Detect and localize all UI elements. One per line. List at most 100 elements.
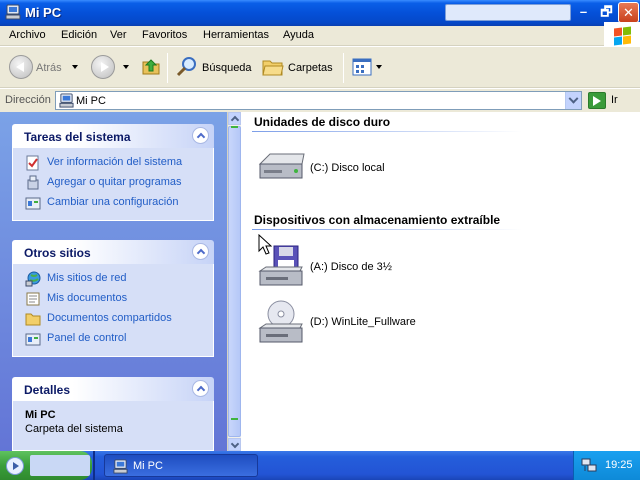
section-divider [252, 229, 522, 230]
my-documents-icon [26, 292, 40, 306]
details-type: Carpeta del sistema [25, 423, 123, 435]
task-pane-scrollbar[interactable] [227, 112, 241, 451]
address-dropdown-icon[interactable] [565, 92, 581, 109]
scroll-down-button[interactable] [228, 438, 241, 451]
link-label: Panel de control [47, 332, 127, 344]
collapse-chevron-icon[interactable] [192, 243, 209, 260]
control-panel-link[interactable]: Panel de control [25, 330, 213, 350]
folder-up-icon[interactable] [141, 56, 161, 76]
windows-logo-icon [604, 22, 640, 48]
address-value: Mi PC [76, 95, 106, 107]
forward-dropdown-icon[interactable] [123, 65, 129, 69]
system-tasks-group: Tareas del sistema Ver información del s… [12, 124, 214, 221]
add-remove-programs-link[interactable]: Agregar o quitar programas [25, 174, 213, 194]
change-setting-link[interactable]: Cambiar una configuración [25, 194, 213, 214]
toolbar-separator [167, 53, 168, 83]
my-computer-icon [59, 93, 74, 108]
views-icon[interactable] [352, 58, 372, 76]
other-places-header[interactable]: Otros sitios [12, 240, 214, 264]
taskbar: Mi PC 19:25 [0, 451, 640, 480]
menu-favoritos[interactable]: Favoritos [142, 29, 187, 41]
scroll-marker [231, 418, 238, 420]
view-system-info-link[interactable]: Ver información del sistema [25, 154, 213, 174]
system-info-icon [26, 155, 39, 171]
my-computer-icon [5, 4, 21, 20]
toolbar: Atrás Búsqueda Carpetas [0, 47, 640, 88]
back-button[interactable] [9, 55, 33, 79]
close-button[interactable]: ✕ [618, 2, 639, 23]
go-label[interactable]: Ir [611, 94, 618, 106]
scroll-thumb[interactable] [228, 126, 241, 437]
address-bar: Dirección Mi PC Ir [0, 89, 640, 112]
taskbar-divider [93, 451, 95, 480]
quick-launch-area [30, 455, 90, 476]
link-label: Cambiar una configuración [47, 196, 179, 208]
menu-herramientas[interactable]: Herramientas [203, 29, 269, 41]
other-places-group: Otros sitios Mis sitios de red Mis docum… [12, 240, 214, 357]
removable-heading: Dispositivos con almacenamiento extraíbl… [254, 213, 501, 227]
collapse-chevron-icon[interactable] [192, 380, 209, 397]
my-computer-icon [113, 459, 128, 474]
group-title: Detalles [24, 383, 71, 397]
network-globe-icon [25, 271, 41, 287]
forward-button[interactable] [91, 55, 115, 79]
taskbar-window-label: Mi PC [133, 460, 163, 472]
network-connection-icon[interactable] [581, 457, 598, 473]
other-places-body: Mis sitios de red Mis documentos Documen… [12, 264, 214, 357]
back-dropdown-icon[interactable] [72, 65, 78, 69]
folders-icon[interactable] [262, 58, 284, 76]
my-documents-link[interactable]: Mis documentos [25, 290, 213, 310]
drive-d-label: (D:) WinLite_Fullware [310, 316, 416, 328]
start-play-icon [6, 457, 24, 475]
section-divider [252, 131, 522, 132]
clock: 19:25 [605, 459, 633, 471]
system-tasks-header[interactable]: Tareas del sistema [12, 124, 214, 148]
drive-c-item[interactable]: (C:) Disco local [256, 146, 556, 192]
address-label: Dirección [5, 94, 51, 106]
hard-disk-icon [258, 153, 305, 179]
floppy-drive-icon [258, 245, 303, 286]
back-label[interactable]: Atrás [36, 62, 62, 74]
shared-documents-link[interactable]: Documentos compartidos [25, 310, 213, 330]
drive-d-item[interactable]: (D:) WinLite_Fullware [256, 300, 556, 346]
hard-drives-heading: Unidades de disco duro [254, 115, 391, 129]
add-remove-programs-icon [27, 175, 39, 190]
views-dropdown-icon[interactable] [376, 65, 382, 69]
scroll-up-button[interactable] [228, 112, 241, 125]
task-pane: Tareas del sistema Ver información del s… [0, 112, 227, 451]
toolbar-separator [343, 53, 344, 83]
menu-ayuda[interactable]: Ayuda [283, 29, 314, 41]
details-name: Mi PC [25, 409, 56, 421]
link-label: Ver información del sistema [47, 156, 183, 168]
link-label: Mis sitios de red [47, 272, 127, 284]
menu-bar: Archivo Edición Ver Favoritos Herramient… [0, 26, 640, 46]
details-body: Mi PC Carpeta del sistema [12, 401, 214, 451]
content-pane: Unidades de disco duro (C:) Disco local … [242, 112, 640, 451]
menu-edicion[interactable]: Edición [61, 29, 97, 41]
go-arrow-icon[interactable] [588, 92, 606, 109]
start-button[interactable] [0, 451, 92, 480]
scroll-marker [231, 126, 238, 128]
drive-a-item[interactable]: (A:) Disco de 3½ [256, 245, 556, 291]
control-panel-icon [25, 333, 41, 346]
search-label[interactable]: Búsqueda [202, 62, 252, 74]
address-field[interactable]: Mi PC [55, 91, 582, 110]
folders-label[interactable]: Carpetas [288, 62, 333, 74]
system-tray: 19:25 [573, 451, 640, 480]
title-bar[interactable]: Mi PC – 🗗 ✕ [0, 0, 640, 26]
link-label: Agregar o quitar programas [47, 176, 182, 188]
menu-ver[interactable]: Ver [110, 29, 127, 41]
taskbar-window-button[interactable]: Mi PC [104, 454, 258, 477]
system-tasks-body: Ver información del sistema Agregar o qu… [12, 148, 214, 221]
drive-c-label: (C:) Disco local [310, 162, 385, 174]
cd-drive-icon [258, 300, 303, 343]
menu-archivo[interactable]: Archivo [9, 29, 46, 41]
details-header[interactable]: Detalles [12, 377, 214, 401]
search-icon[interactable] [176, 56, 198, 78]
collapse-chevron-icon[interactable] [192, 127, 209, 144]
minimize-button[interactable]: – [573, 2, 594, 23]
control-panel-icon [25, 197, 41, 210]
maximize-button[interactable]: 🗗 [596, 2, 617, 23]
network-places-link[interactable]: Mis sitios de red [25, 270, 213, 290]
details-group: Detalles Mi PC Carpeta del sistema [12, 377, 214, 451]
